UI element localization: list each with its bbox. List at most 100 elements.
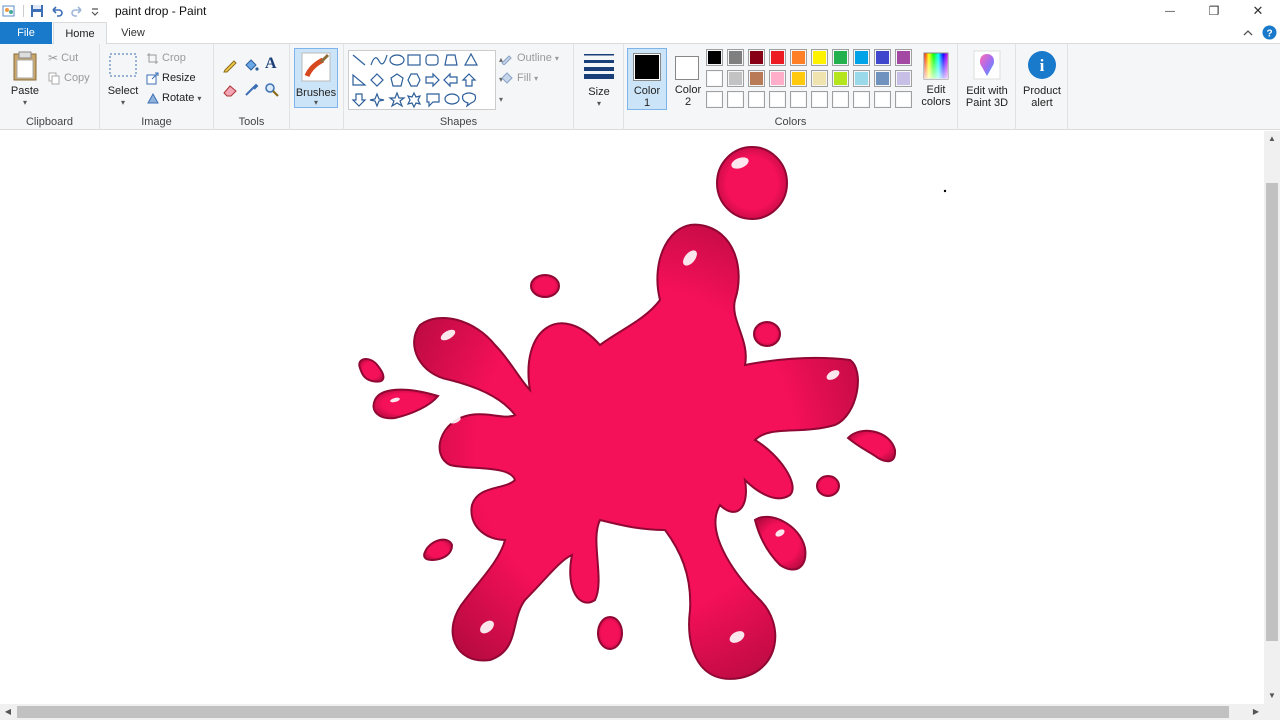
palette-swatch[interactable] <box>811 70 828 87</box>
palette-swatch[interactable] <box>874 91 891 108</box>
copy-button[interactable]: Copy <box>48 69 90 87</box>
scroll-right-arrow[interactable]: ▶ <box>1248 704 1264 720</box>
rotate-button[interactable]: Rotate ▾ <box>146 89 201 107</box>
palette-swatch[interactable] <box>706 49 723 66</box>
brushes-group: Brushes ▾ <box>290 44 344 130</box>
fill-bucket-icon[interactable] <box>243 57 259 73</box>
resize-icon <box>146 72 159 84</box>
palette-swatch-color <box>792 93 805 106</box>
palette-swatch[interactable] <box>811 91 828 108</box>
color1-button[interactable]: Color 1 <box>627 48 667 110</box>
palette-swatch[interactable] <box>790 91 807 108</box>
vertical-scrollbar[interactable]: ▲ ▼ <box>1264 131 1280 704</box>
close-button[interactable]: ✕ <box>1236 0 1280 22</box>
palette-swatch[interactable] <box>853 49 870 66</box>
paste-button[interactable]: Paste ▾ <box>6 50 44 109</box>
palette-swatch[interactable] <box>748 49 765 66</box>
crop-button[interactable]: Crop <box>146 49 186 67</box>
fill-button[interactable]: Fill ▾ <box>500 69 538 87</box>
palette-swatch[interactable] <box>853 70 870 87</box>
scroll-left-arrow[interactable]: ◀ <box>0 704 16 720</box>
scroll-down-arrow[interactable]: ▼ <box>1264 688 1280 704</box>
color-spectrum-icon <box>923 52 949 80</box>
palette-swatch[interactable] <box>706 70 723 87</box>
palette-swatch[interactable] <box>790 70 807 87</box>
magnifier-icon[interactable] <box>264 82 280 98</box>
palette-swatch[interactable] <box>748 91 765 108</box>
tab-home[interactable]: Home <box>53 22 107 45</box>
tools-group-label: Tools <box>238 116 265 128</box>
color-palette <box>706 49 918 113</box>
edit-colors-button[interactable]: Edit colors <box>918 48 954 110</box>
eraser-icon[interactable] <box>222 82 238 98</box>
palette-swatch[interactable] <box>853 91 870 108</box>
redo-icon[interactable] <box>70 4 84 18</box>
palette-swatch[interactable] <box>811 49 828 66</box>
palette-swatch[interactable] <box>874 70 891 87</box>
brushes-dropdown-icon[interactable]: ▾ <box>295 98 337 107</box>
fill-icon <box>501 72 513 84</box>
shapes-group-label: Shapes <box>439 116 478 128</box>
tab-file[interactable]: File <box>0 22 52 44</box>
colors-group: Color 1 Color 2 Edit colors Colors <box>624 44 958 130</box>
clipboard-group-label: Clipboard <box>25 116 74 128</box>
color-picker-icon[interactable] <box>243 82 259 98</box>
palette-swatch[interactable] <box>832 91 849 108</box>
palette-swatch[interactable] <box>706 91 723 108</box>
undo-icon[interactable] <box>50 4 64 18</box>
scroll-up-arrow[interactable]: ▲ <box>1264 131 1280 147</box>
restore-button[interactable]: ❐ <box>1192 0 1236 22</box>
minimize-button[interactable]: — <box>1148 0 1192 22</box>
rotate-dropdown-icon[interactable]: ▾ <box>197 94 201 103</box>
palette-swatch[interactable] <box>832 70 849 87</box>
pencil-icon[interactable] <box>222 57 238 73</box>
customize-toolbar-icon[interactable] <box>90 4 100 18</box>
palette-swatch[interactable] <box>769 49 786 66</box>
drawing-canvas[interactable] <box>0 131 1264 704</box>
paste-icon <box>13 51 37 81</box>
select-dropdown-icon[interactable]: ▾ <box>106 97 140 109</box>
product-alert-button[interactable]: i Product alert <box>1018 50 1066 109</box>
palette-swatch[interactable] <box>769 91 786 108</box>
color2-button[interactable]: Color 2 <box>670 48 706 110</box>
text-tool-icon[interactable]: A <box>265 55 277 73</box>
vertical-scroll-thumb[interactable] <box>1266 183 1278 641</box>
tab-view[interactable]: View <box>108 22 158 44</box>
palette-swatch-color <box>813 51 826 64</box>
palette-swatch-color <box>771 93 784 106</box>
edit-with-paint3d-button[interactable]: Edit with Paint 3D <box>960 50 1014 109</box>
palette-swatch[interactable] <box>832 49 849 66</box>
horizontal-scroll-thumb[interactable] <box>17 706 1229 718</box>
palette-swatch[interactable] <box>790 49 807 66</box>
outline-button[interactable]: Outline ▾ <box>500 49 559 67</box>
colors-group-label: Colors <box>774 116 807 128</box>
palette-swatch[interactable] <box>727 70 744 87</box>
help-icon[interactable]: ? <box>1262 25 1277 40</box>
image-group: Select ▾ Crop Resize Rotate ▾ Image <box>100 44 214 130</box>
tools-group: A Tools <box>214 44 290 130</box>
palette-swatch-color <box>855 51 868 64</box>
palette-swatch-color <box>708 72 721 85</box>
cut-button[interactable]: ✂ Cut <box>48 49 78 67</box>
select-button[interactable]: Select ▾ <box>106 52 140 109</box>
palette-swatch-color <box>834 51 847 64</box>
palette-swatch[interactable] <box>895 91 912 108</box>
palette-swatch[interactable] <box>769 70 786 87</box>
collapse-ribbon-icon[interactable] <box>1242 28 1254 38</box>
palette-swatch[interactable] <box>727 49 744 66</box>
horizontal-scrollbar[interactable]: ◀ ▶ <box>0 704 1264 720</box>
size-button[interactable]: Size ▾ <box>578 52 620 110</box>
palette-swatch[interactable] <box>727 91 744 108</box>
palette-swatch[interactable] <box>748 70 765 87</box>
palette-swatch[interactable] <box>895 70 912 87</box>
paint-app-icon[interactable] <box>2 4 16 18</box>
paint-splash-image <box>358 146 947 680</box>
save-icon[interactable] <box>30 4 44 18</box>
palette-swatch[interactable] <box>895 49 912 66</box>
size-dropdown-icon[interactable]: ▾ <box>578 98 620 110</box>
palette-swatch[interactable] <box>874 49 891 66</box>
resize-button[interactable]: Resize <box>146 69 196 87</box>
brushes-button[interactable]: Brushes ▾ <box>294 48 338 108</box>
shapes-gallery[interactable] <box>348 50 496 110</box>
paste-dropdown-icon[interactable]: ▾ <box>6 97 44 109</box>
